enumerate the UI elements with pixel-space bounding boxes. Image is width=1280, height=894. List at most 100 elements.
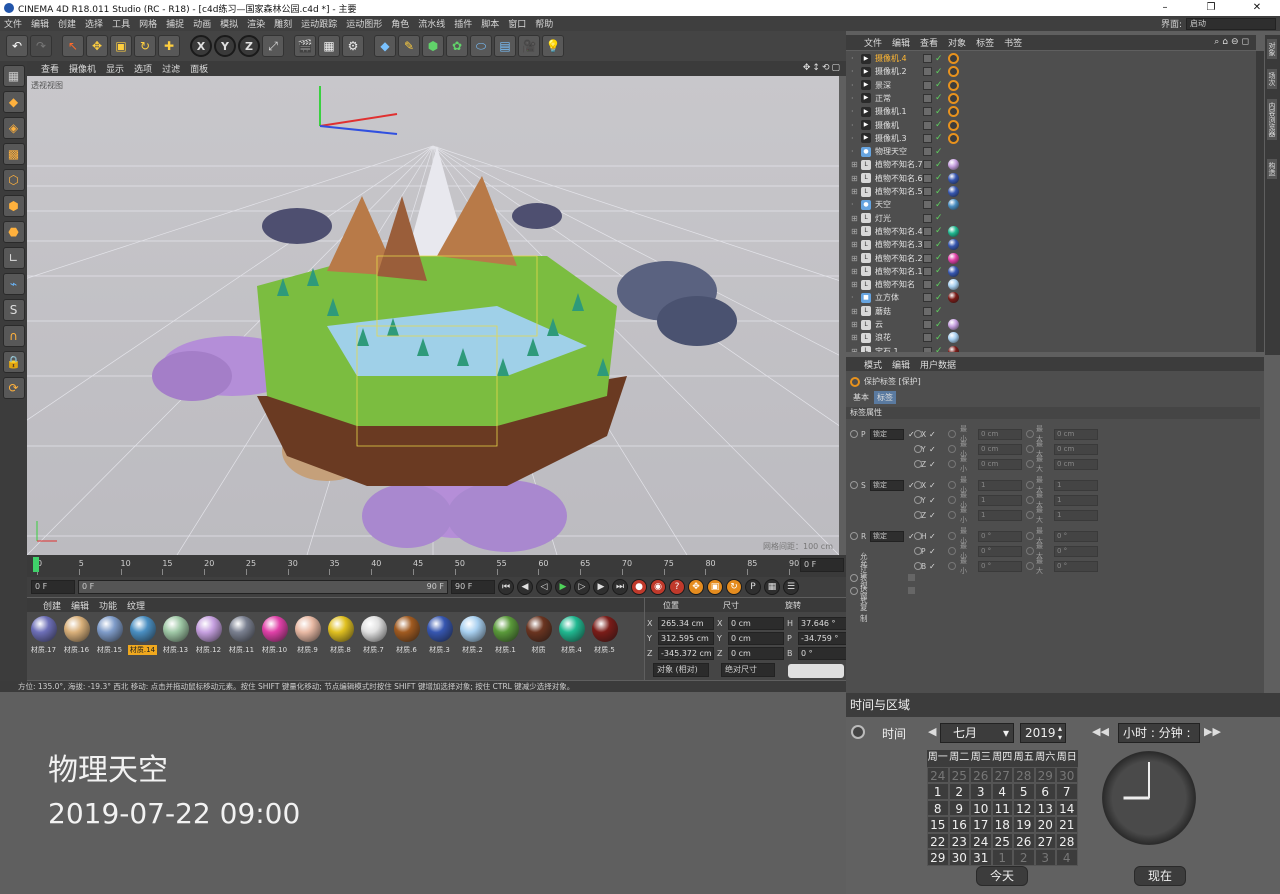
min-field[interactable]: 1 xyxy=(978,479,1022,491)
deformer-icon[interactable]: ⬭ xyxy=(470,35,492,57)
material-tag-icon[interactable] xyxy=(948,252,959,264)
object-row[interactable]: · ● 物理天空 ✓ xyxy=(846,145,1246,158)
max-radio[interactable] xyxy=(1026,547,1034,555)
max-field[interactable]: 0 ° xyxy=(1054,560,1098,572)
object-name[interactable]: 植物不知名.3 xyxy=(875,239,929,250)
menu-script[interactable]: 脚本 xyxy=(481,17,499,30)
object-name[interactable]: 浪花 xyxy=(875,332,929,343)
y-axis-lock-icon[interactable]: Y xyxy=(214,35,236,57)
material-tag-icon[interactable] xyxy=(948,239,959,251)
allow-expression-checkbox[interactable] xyxy=(908,574,915,581)
material-menu-create[interactable]: 创建 xyxy=(43,599,61,612)
points-mode-icon[interactable]: ⬡ xyxy=(2,169,25,191)
calendar-day[interactable]: 18 xyxy=(991,816,1013,833)
visibility-toggle[interactable] xyxy=(923,266,932,276)
object-name[interactable]: 植物不知名.2 xyxy=(875,253,929,264)
menu-edit[interactable]: 编辑 xyxy=(31,17,49,30)
object-row[interactable]: ⊞ L 云 ✓ xyxy=(846,318,1246,331)
max-field[interactable]: 1 xyxy=(1054,494,1098,506)
lock-group-radio[interactable] xyxy=(850,430,858,438)
viewport-menu-options[interactable]: 选项 xyxy=(134,62,152,75)
texture-mode-icon[interactable]: ◈ xyxy=(2,117,25,139)
tree-expander-icon[interactable]: · xyxy=(851,200,859,209)
protection-tag-icon[interactable] xyxy=(948,79,959,91)
object-row[interactable]: ⊞ L 植物不知名.2 ✓ xyxy=(846,252,1246,265)
enabled-check-icon[interactable]: ✓ xyxy=(935,160,943,170)
live-selection-icon[interactable]: ↖ xyxy=(62,35,84,57)
calendar-day[interactable]: 20 xyxy=(1034,816,1056,833)
viewport-menu-cameras[interactable]: 摄像机 xyxy=(69,62,96,75)
object-menu-objects[interactable]: 对象 xyxy=(948,36,966,49)
calendar-day[interactable]: 11 xyxy=(991,799,1013,816)
calendar-day[interactable]: 16 xyxy=(948,816,970,833)
viewport-menu-display[interactable]: 显示 xyxy=(106,62,124,75)
enabled-check-icon[interactable]: ✓ xyxy=(935,280,943,290)
timeline-menu-icon[interactable]: ☰ xyxy=(783,579,799,595)
menu-mesh[interactable]: 网格 xyxy=(139,17,157,30)
timeline[interactable]: 0 5 10 15 20 25 30 35 40 45 50 55 60 65 70 75 80 85 90 0 F xyxy=(27,555,846,577)
material-swatch[interactable]: 材质.2 xyxy=(456,616,489,680)
visibility-toggle[interactable] xyxy=(923,187,932,196)
material-swatch[interactable]: 材质.9 xyxy=(291,616,324,680)
tree-expander-icon[interactable]: · xyxy=(851,134,859,143)
material-swatch[interactable]: 材质.7 xyxy=(357,616,390,680)
axis-lock-checkbox[interactable]: ✓ xyxy=(929,445,936,454)
protection-tag-icon[interactable] xyxy=(948,92,959,104)
layout-dropdown[interactable]: 启动 xyxy=(1186,17,1276,30)
enabled-check-icon[interactable]: ✓ xyxy=(935,80,943,90)
coordinate-mode-dropdown[interactable]: 对象 (相对) xyxy=(653,663,709,677)
object-row[interactable]: ⊞ L 植物不知名.1 ✓ xyxy=(846,265,1246,278)
menu-snap[interactable]: 捕捉 xyxy=(166,17,184,30)
menu-window[interactable]: 窗口 xyxy=(508,17,526,30)
object-row[interactable]: ⊞ L 宝石.1 ✓ xyxy=(846,345,1246,352)
viewport-menu-panel[interactable]: 面板 xyxy=(190,62,208,75)
min-field[interactable]: 0 ° xyxy=(978,530,1022,542)
now-button[interactable]: 现在 xyxy=(1134,866,1186,886)
object-name[interactable]: 宝石.1 xyxy=(875,346,929,352)
min-radio[interactable] xyxy=(948,532,956,540)
axis-lock-checkbox[interactable]: ✓ xyxy=(929,547,936,556)
object-name[interactable]: 云 xyxy=(875,319,929,330)
tab-structure[interactable]: 构造 xyxy=(1267,159,1277,179)
object-name[interactable]: 摄像机.2 xyxy=(875,66,929,77)
material-swatch[interactable]: 材质.15 xyxy=(93,616,126,680)
enabled-check-icon[interactable]: ✓ xyxy=(935,173,943,183)
menu-pipeline[interactable]: 流水线 xyxy=(418,17,445,30)
calendar-day[interactable]: 2 xyxy=(1013,849,1035,866)
enabled-check-icon[interactable]: ✓ xyxy=(935,266,943,276)
axis-lock-checkbox[interactable]: ✓ xyxy=(929,496,936,505)
object-menu-file[interactable]: 文件 xyxy=(864,36,882,49)
menu-create[interactable]: 创建 xyxy=(58,17,76,30)
key-rotation-icon[interactable]: ↻ xyxy=(726,579,742,595)
previous-key-icon[interactable]: ◀ xyxy=(517,579,533,595)
visibility-toggle[interactable] xyxy=(923,320,932,329)
camera-object-icon[interactable]: 🎥 xyxy=(518,35,540,57)
enabled-check-icon[interactable]: ✓ xyxy=(935,54,943,64)
min-radio[interactable] xyxy=(948,496,956,504)
next-hour-icon[interactable]: ▶▶ xyxy=(1204,725,1221,738)
keyframe-selection-icon[interactable]: ? xyxy=(669,579,685,595)
3d-viewport[interactable]: 透视视图 网格间距：100 cm xyxy=(27,76,839,555)
visibility-toggle[interactable] xyxy=(923,226,932,236)
object-name[interactable]: 正常 xyxy=(875,93,929,104)
calendar-day[interactable]: 12 xyxy=(1013,799,1035,816)
enabled-check-icon[interactable]: ✓ xyxy=(935,253,943,263)
allow-viewport-copy-checkbox[interactable] xyxy=(908,587,915,594)
object-row[interactable]: · ▶ 摄像机 ✓ xyxy=(846,119,1246,132)
min-field[interactable]: 0 cm xyxy=(978,428,1022,440)
play-icon[interactable]: ▶ xyxy=(555,579,571,595)
max-field[interactable]: 0 ° xyxy=(1054,545,1098,557)
tree-expander-icon[interactable]: ⊞ xyxy=(851,187,859,196)
polygons-mode-icon[interactable]: ⬣ xyxy=(2,221,25,243)
tree-expander-icon[interactable]: · xyxy=(851,54,859,63)
menu-file[interactable]: 文件 xyxy=(4,17,22,30)
material-tag-icon[interactable] xyxy=(948,332,959,344)
calendar-day[interactable]: 23 xyxy=(948,832,970,849)
material-tag-icon[interactable] xyxy=(948,345,959,352)
menu-character[interactable]: 角色 xyxy=(391,17,409,30)
calendar-day[interactable]: 30 xyxy=(1056,766,1078,783)
axis-lock-checkbox[interactable]: ✓ xyxy=(929,562,936,571)
min-field[interactable]: 1 xyxy=(978,509,1022,521)
render-region-icon[interactable]: ▦ xyxy=(318,35,340,57)
allow-expression-radio[interactable] xyxy=(850,574,858,582)
